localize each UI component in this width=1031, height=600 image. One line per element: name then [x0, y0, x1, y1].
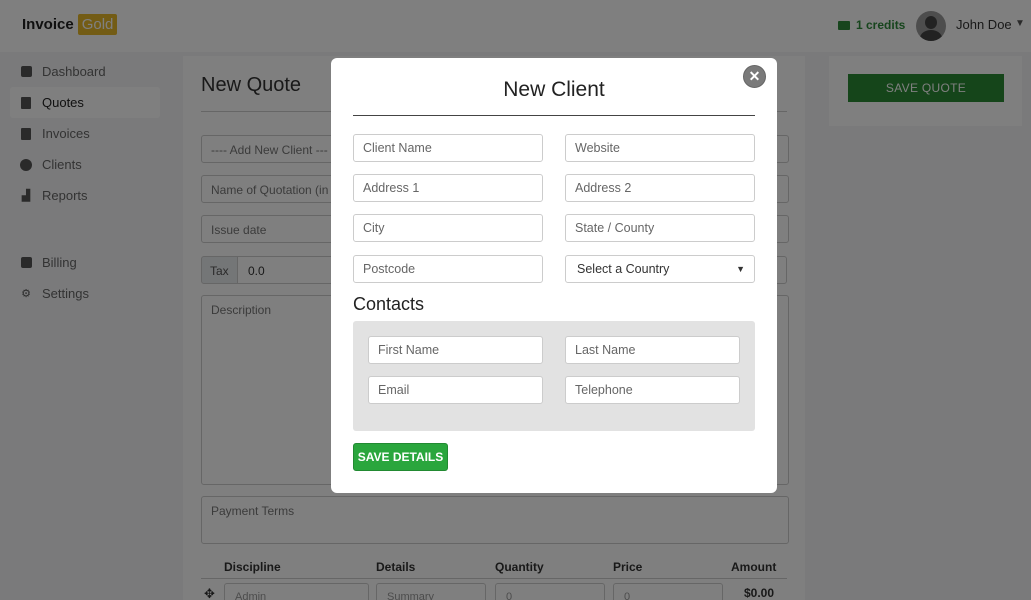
- last-name-input[interactable]: Last Name: [565, 336, 740, 364]
- city-input[interactable]: City: [353, 214, 543, 242]
- website-input[interactable]: Website: [565, 134, 755, 162]
- chevron-down-icon: ▼: [736, 264, 745, 274]
- client-name-input[interactable]: Client Name: [353, 134, 543, 162]
- postcode-input[interactable]: Postcode: [353, 255, 543, 283]
- contacts-panel: First Name Last Name Email Telephone: [353, 321, 755, 431]
- email-input[interactable]: Email: [368, 376, 543, 404]
- country-select[interactable]: Select a Country ▼: [565, 255, 755, 283]
- address2-input[interactable]: Address 2: [565, 174, 755, 202]
- first-name-input[interactable]: First Name: [368, 336, 543, 364]
- contacts-heading: Contacts: [353, 294, 425, 314]
- save-details-button[interactable]: SAVE DETAILS: [353, 443, 448, 471]
- modal-divider: [353, 115, 755, 116]
- telephone-input[interactable]: Telephone: [565, 376, 740, 404]
- country-select-value: Select a Country: [577, 262, 670, 276]
- new-client-modal: ✕ New Client Client Name Website Address…: [331, 58, 777, 493]
- state-input[interactable]: State / County: [565, 214, 755, 242]
- modal-title: New Client: [503, 78, 605, 101]
- address1-input[interactable]: Address 1: [353, 174, 543, 202]
